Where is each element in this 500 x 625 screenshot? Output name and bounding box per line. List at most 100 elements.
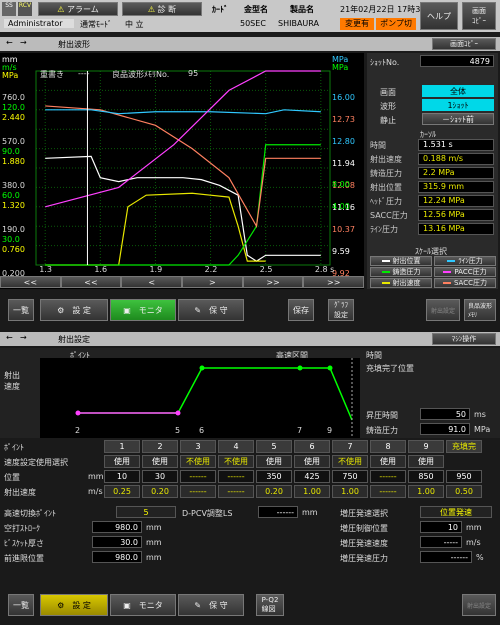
ctrl-value[interactable]: 10	[420, 521, 462, 533]
boost-pressure-value[interactable]: ------	[420, 551, 472, 563]
biscuit-unit: mm	[146, 538, 162, 547]
still-label: 静止	[380, 116, 396, 125]
good-wave-memory-button[interactable]: 良品波形 ﾒﾓﾘ	[464, 299, 496, 321]
table-cell[interactable]: 使用	[256, 455, 292, 468]
list-button[interactable]: 一覧	[8, 594, 34, 616]
injection-settings-button[interactable]: 射出設定	[426, 299, 460, 321]
table-cell[interactable]: 不使用	[332, 455, 368, 468]
legend-item[interactable]: SACC圧力	[434, 278, 496, 288]
table-cell[interactable]: 10	[104, 470, 140, 483]
warning-icon: ⚠	[57, 4, 67, 14]
scroll-left-fast-button[interactable]: <<	[60, 276, 122, 288]
table-cell[interactable]: ------	[180, 485, 216, 498]
scroll-left-button[interactable]: <	[121, 276, 183, 288]
back-arrow-icon[interactable]: ←	[6, 333, 13, 342]
cast-value[interactable]: 91.0	[420, 423, 470, 435]
scroll-end-button[interactable]: >>	[303, 276, 365, 288]
table-cell[interactable]: 使用	[294, 455, 330, 468]
maintenance-tab[interactable]: ✎ 保 守	[178, 299, 244, 321]
left-tick: 1.880	[2, 157, 25, 166]
table-cell[interactable]: 使用	[104, 455, 140, 468]
table-cell[interactable]: 0.25	[104, 485, 140, 498]
monitor-tab[interactable]: ▣ モニタ	[110, 594, 176, 616]
table-cell[interactable]: 1.00	[294, 485, 330, 498]
cursor-row-label: SACC圧力	[370, 211, 408, 220]
table-cell: 5	[256, 440, 292, 453]
wave-select[interactable]: 1ｼｮｯﾄ	[422, 99, 494, 111]
screen-select[interactable]: 全体	[422, 85, 494, 97]
machine-op-button[interactable]: ﾏｼﾝ操作	[432, 333, 496, 345]
table-cell[interactable]: ------	[218, 485, 254, 498]
table-cell: 2	[142, 440, 178, 453]
fwd-value[interactable]: 980.0	[92, 551, 142, 563]
stroke-label: 空打ｽﾄﾛｰｸ	[4, 524, 40, 533]
ctrl-unit: mm	[466, 523, 482, 532]
table-cell[interactable]: 850	[408, 470, 444, 483]
settings-tab[interactable]: ⚙ 設 定	[40, 299, 108, 321]
boost-pressure-label: 増圧発速圧力	[340, 554, 388, 563]
boost-select-value[interactable]: 位置発速	[420, 506, 492, 518]
table-cell[interactable]: ------	[180, 470, 216, 483]
legend-item[interactable]: 鋳造圧力	[370, 267, 432, 277]
maintenance-tab[interactable]: ✎ 保 守	[178, 594, 244, 616]
waveform-chart[interactable]	[0, 53, 364, 289]
table-cell[interactable]: ------	[370, 485, 406, 498]
fwd-unit: mm	[146, 553, 162, 562]
rise-value[interactable]: 50	[420, 408, 470, 420]
table-cell[interactable]: 使用	[142, 455, 178, 468]
forward-arrow-icon[interactable]: →	[20, 333, 27, 342]
help-button[interactable]: ヘルプ	[420, 2, 458, 30]
table-cell[interactable]: 0.20	[142, 485, 178, 498]
back-arrow-icon[interactable]: ←	[6, 38, 13, 47]
table-cell[interactable]: 0.20	[256, 485, 292, 498]
legend-item[interactable]: 射出位置	[370, 256, 432, 266]
list-button[interactable]: 一覧	[8, 299, 34, 321]
table-cell[interactable]: 使用	[408, 455, 444, 468]
table-cell[interactable]: 425	[294, 470, 330, 483]
die-label: 金型名	[244, 5, 268, 14]
left-tick: 2.440	[2, 113, 25, 122]
settings-tab[interactable]: ⚙ 設 定	[40, 594, 108, 616]
table-cell[interactable]: 750	[332, 470, 368, 483]
dpcv-value[interactable]: ------	[258, 506, 298, 518]
table-cell[interactable]: 1.00	[332, 485, 368, 498]
biscuit-value[interactable]: 30.0	[92, 536, 142, 548]
still-select[interactable]: －ｼｮｯﾄ前	[422, 113, 494, 125]
table-cell[interactable]: 不使用	[218, 455, 254, 468]
legend-swatch	[381, 260, 390, 262]
diag-button[interactable]: ⚠ 診 断	[122, 2, 202, 16]
alarm-label: アラーム	[66, 4, 99, 14]
forward-arrow-icon[interactable]: →	[20, 38, 27, 47]
table-cell[interactable]: ------	[370, 470, 406, 483]
table-cell[interactable]: 不使用	[180, 455, 216, 468]
legend-item[interactable]: PACC圧力	[434, 267, 496, 277]
stroke-value[interactable]: 980.0	[92, 521, 142, 533]
pq-diagram-button[interactable]: P-Q2 線図	[256, 594, 284, 616]
legend-item[interactable]: ﾗｲﾝ圧力	[434, 256, 496, 266]
table-cell[interactable]: 使用	[370, 455, 406, 468]
monitor-tab[interactable]: ▣ モニタ	[110, 299, 176, 321]
x-tick: 2.8 s	[314, 265, 335, 274]
table-cell[interactable]: ------	[218, 470, 254, 483]
point-table: ﾎﾟｲﾝﾄ 1 2 3 4 5 6 7 8 9 充填完 速度設定使用選択 使用 使用 不使用 不使用 使用 使用不…	[0, 440, 500, 504]
table-row-unit: m/s	[88, 487, 103, 496]
injection-settings-button[interactable]: 射出設定	[462, 594, 496, 616]
save-button[interactable]: 保存	[288, 299, 314, 321]
table-cell[interactable]: 1.00	[408, 485, 444, 498]
scroll-start-button[interactable]: <<	[0, 276, 61, 288]
table-cell[interactable]: 30	[142, 470, 178, 483]
legend-item[interactable]: 射出速度	[370, 278, 432, 288]
scroll-right-fast-button[interactable]: >>	[242, 276, 304, 288]
boost-speed-value[interactable]: -----	[420, 536, 462, 548]
x-tick: 1.6	[94, 265, 108, 274]
table-cell[interactable]: 0.50	[446, 485, 482, 498]
graph-settings-button[interactable]: ｸﾞﾗﾌ 設定	[328, 299, 354, 321]
legend-swatch	[443, 271, 452, 273]
scroll-right-button[interactable]: >	[182, 276, 243, 288]
alarm-button[interactable]: ⚠ アラーム	[38, 2, 118, 16]
screen-copy-button[interactable]: 画面 ｺﾋﾟｰ	[462, 2, 496, 30]
table-cell[interactable]: 350	[256, 470, 292, 483]
table-cell[interactable]: 950	[446, 470, 482, 483]
screen-copy-small-button[interactable]: 画面ｺﾋﾟｰ	[432, 38, 496, 50]
hs-switch-value[interactable]: 5	[116, 506, 176, 518]
